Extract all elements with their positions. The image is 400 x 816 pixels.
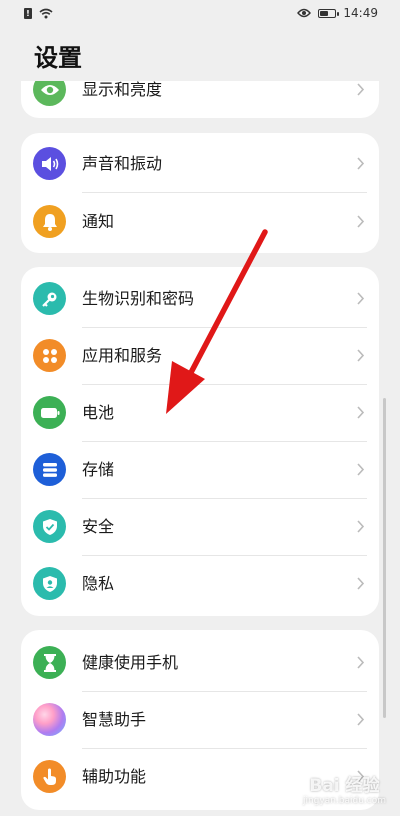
chevron-right-icon bbox=[357, 463, 365, 476]
settings-item-label: 辅助功能 bbox=[82, 767, 147, 786]
settings-item-label: 通知 bbox=[82, 212, 115, 231]
chevron-right-icon bbox=[357, 157, 365, 170]
assistant-orb-icon bbox=[33, 703, 66, 736]
settings-item-smart-assistant[interactable]: 智慧助手 bbox=[21, 691, 379, 748]
settings-group-sound: 声音和振动 通知 bbox=[21, 133, 379, 253]
settings-item-sound-vibration[interactable]: 声音和振动 bbox=[21, 135, 379, 192]
settings-item-display-brightness[interactable]: 显示和亮度 bbox=[21, 81, 379, 118]
settings-item-label: 电池 bbox=[82, 403, 115, 422]
bell-icon bbox=[33, 205, 66, 238]
storage-icon bbox=[33, 453, 66, 486]
chevron-right-icon bbox=[357, 215, 365, 228]
eye-comfort-icon bbox=[297, 8, 312, 18]
apps-icon bbox=[33, 339, 66, 372]
settings-item-storage[interactable]: 存储 bbox=[21, 441, 379, 498]
settings-item-digital-balance[interactable]: 健康使用手机 bbox=[21, 634, 379, 691]
settings-group-display: 显示和亮度 bbox=[21, 81, 379, 118]
chevron-right-icon bbox=[357, 83, 365, 96]
settings-item-label: 声音和振动 bbox=[82, 154, 163, 173]
hand-icon bbox=[33, 760, 66, 793]
no-sim-icon: ! bbox=[24, 7, 32, 19]
chevron-right-icon bbox=[357, 520, 365, 533]
settings-item-label: 健康使用手机 bbox=[82, 653, 179, 672]
watermark-sub: jingyan.baidu.com bbox=[302, 796, 386, 806]
settings-item-security[interactable]: 安全 bbox=[21, 498, 379, 555]
privacy-icon bbox=[33, 567, 66, 600]
settings-group-system: 生物识别和密码 应用和服务 电池 存储 安全 隐私 bbox=[21, 267, 379, 616]
battery-icon bbox=[33, 396, 66, 429]
key-icon bbox=[33, 282, 66, 315]
chevron-right-icon bbox=[357, 713, 365, 726]
chevron-right-icon bbox=[357, 406, 365, 419]
settings-item-biometrics-password[interactable]: 生物识别和密码 bbox=[21, 270, 379, 327]
settings-item-battery[interactable]: 电池 bbox=[21, 384, 379, 441]
page-title: 设置 bbox=[34, 44, 82, 72]
shield-check-icon bbox=[33, 510, 66, 543]
settings-item-privacy[interactable]: 隐私 bbox=[21, 555, 379, 612]
eye-icon bbox=[33, 81, 66, 106]
settings-item-apps-services[interactable]: 应用和服务 bbox=[21, 327, 379, 384]
hourglass-icon bbox=[33, 646, 66, 679]
battery-status-icon bbox=[318, 8, 340, 18]
watermark: Bai 经验 jingyan.baidu.com bbox=[303, 771, 386, 806]
scrollbar[interactable] bbox=[383, 398, 386, 718]
status-bar: ! 14:49 bbox=[0, 0, 400, 26]
wifi-icon bbox=[39, 8, 53, 18]
settings-item-notifications[interactable]: 通知 bbox=[21, 193, 379, 250]
settings-item-label: 存储 bbox=[82, 460, 115, 479]
settings-item-label: 生物识别和密码 bbox=[82, 289, 195, 308]
settings-item-label: 显示和亮度 bbox=[82, 81, 163, 99]
settings-item-label: 隐私 bbox=[82, 574, 115, 593]
settings-item-label: 应用和服务 bbox=[82, 346, 163, 365]
speaker-icon bbox=[33, 147, 66, 180]
watermark-main: Bai 经验 bbox=[309, 776, 380, 796]
chevron-right-icon bbox=[357, 349, 365, 362]
settings-item-label: 智慧助手 bbox=[82, 710, 147, 729]
chevron-right-icon bbox=[357, 292, 365, 305]
chevron-right-icon bbox=[357, 656, 365, 669]
status-time: 14:49 bbox=[343, 6, 378, 20]
settings-item-label: 安全 bbox=[82, 517, 115, 536]
chevron-right-icon bbox=[357, 577, 365, 590]
